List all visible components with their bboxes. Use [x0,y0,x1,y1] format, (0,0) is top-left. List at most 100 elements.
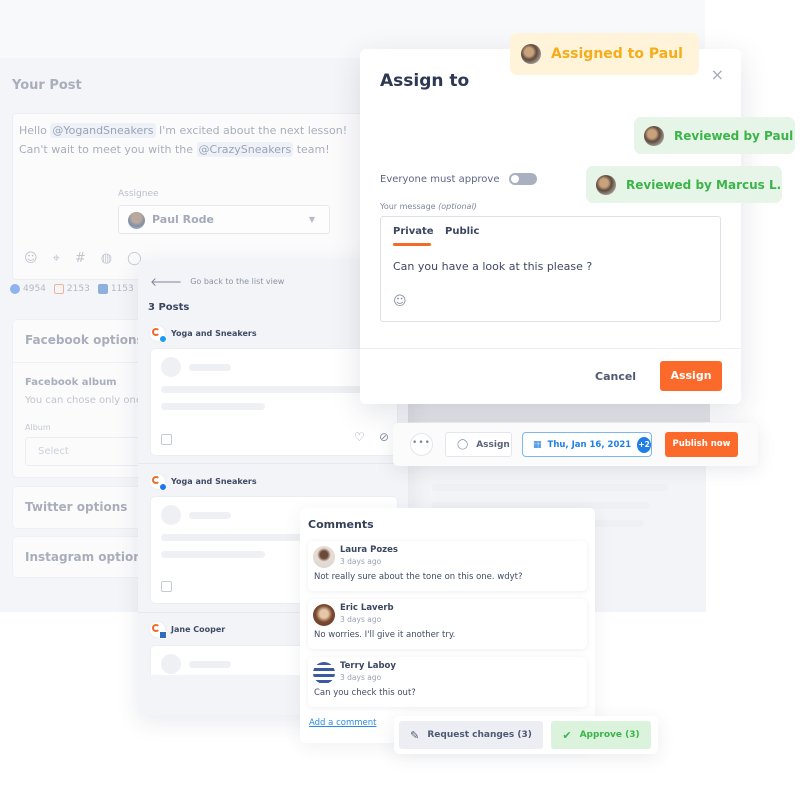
mention-tag[interactable]: @CrazySneakers [196,142,294,157]
post-text: Hello [19,124,51,137]
more-options-button[interactable]: ••• [410,433,433,456]
assign-button[interactable]: Assign [660,361,722,391]
request-changes-button[interactable]: ✎ Request changes (3) [399,721,543,749]
message-input[interactable]: Can you have a look at this please ? [393,260,592,273]
heart-icon[interactable]: ♡ [354,430,365,444]
comment-text: No worries. I'll give it another try. [314,630,456,640]
twitter-options-title: Twitter options [25,500,128,514]
message-box[interactable]: Private Public Can you have a look at th… [380,216,721,322]
account-avatar-icon [150,326,167,343]
emoji-icon[interactable]: ☺ [24,251,38,266]
comment-time: 3 days ago [340,615,382,624]
publish-now-button[interactable]: Publish now [665,432,738,457]
message-label-text: Your message [380,202,439,211]
caret-down-icon: ▼ [308,215,315,224]
avatar [313,546,335,568]
back-link-label: Go back to the list view [190,277,285,286]
arrow-left-icon: 🡐 [150,275,183,289]
post-checkbox[interactable] [161,434,172,445]
comment-author: Laura Pozes [340,545,398,555]
schedule-date-button[interactable]: ▦ Thu, Jan 16, 2021 +2 [522,432,652,457]
globe-icon[interactable]: ◍ [101,251,112,266]
avatar [521,44,541,64]
avatar [596,174,616,195]
post-text: Can't wait to meet you with the [19,143,197,156]
skeleton-avatar [161,357,181,377]
skeleton-bar [161,403,265,410]
post-checkbox[interactable] [161,581,172,592]
schedule-date-label: Thu, Jan 16, 2021 [547,439,632,450]
facebook-icon [10,284,20,294]
badge-label: Reviewed by Marcus L. [626,177,782,192]
account-name: Yoga and Sneakers [171,477,257,486]
album-placeholder: Select [38,446,69,457]
stat-facebook: 4954 [10,284,46,294]
user-icon: ◯ [457,439,469,450]
reviewed-badge: Reviewed by Paul [634,117,795,154]
facebook-album-description: You can chose only one [25,395,142,406]
album-label: Album [25,423,51,432]
assignee-select[interactable]: Paul Rode ▼ [118,205,330,234]
account-name: Jane Cooper [171,625,226,634]
post-text: I'm excited about the next lesson! [155,124,348,137]
comment-author: Terry Laboy [340,661,396,671]
mention-tag[interactable]: @YogandSneakers [50,123,156,138]
cancel-button[interactable]: Cancel [595,370,636,383]
your-post-title: Your Post [12,78,82,93]
assigned-badge: Assigned to Paul [510,33,699,75]
modal-title: Assign to [380,71,470,91]
badge-label: Assigned to Paul [551,46,683,62]
facebook-badge-icon [159,483,167,491]
divider [138,463,408,464]
post-action-bar: ••• ◯ Assign ▦ Thu, Jan 16, 2021 +2 Publ… [393,423,758,466]
calendar-icon: ▦ [533,439,542,450]
facebook-options-title[interactable]: Facebook options [25,333,144,347]
skeleton-bar [189,661,231,668]
stat-count: 4954 [23,284,46,294]
comments-panel: Comments Laura Pozes 3 days ago Not real… [300,508,595,743]
linkedin-badge-icon [159,631,167,639]
post-account-row: Yoga and Sneakers [150,474,257,491]
skeleton-avatar [161,654,181,674]
assign-modal: Assign to × Everyone must approve Your m… [360,49,741,404]
avatar [313,604,335,626]
avatar [313,662,335,684]
background-strip [400,404,710,422]
assign-action-label: Assign [476,439,510,450]
network-stats: 4954 2153 1153 [10,284,134,294]
pencil-icon: ✎ [410,728,420,742]
stat-count: 2153 [66,284,90,294]
everyone-must-approve-toggle[interactable] [508,173,537,185]
skeleton-bar [432,484,668,491]
skeleton-bar [189,364,231,371]
location-pin-icon[interactable]: ⌖ [53,251,60,266]
close-icon[interactable]: × [711,65,724,84]
tab-public[interactable]: Public [445,226,479,237]
comment-text: Can you check this out? [314,688,416,698]
post-account-row: Yoga and Sneakers [150,326,257,343]
stat-count: 1153 [110,284,134,294]
twitter-badge-icon [159,335,167,343]
posts-count: 3 Posts [148,302,190,313]
comment-text: Not really sure about the tone on this o… [314,572,523,582]
request-changes-label: Request changes (3) [427,730,532,740]
account-avatar-icon [150,622,167,639]
post-text: team! [293,143,330,156]
skeleton-bar [161,551,265,558]
optional-label: (optional) [438,202,477,211]
approve-button[interactable]: ✔ Approve (3) [551,721,651,749]
back-to-list-link[interactable]: 🡐 Go back to the list view [150,274,284,289]
emoji-icon[interactable]: ☺ [393,294,407,309]
assign-action-button[interactable]: ◯ Assign [445,432,512,457]
post-text-line-2: Can't wait to meet you with the @CrazySn… [19,142,330,157]
check-circle-icon[interactable]: ⊘ [379,430,389,444]
tab-private[interactable]: Private [393,226,434,237]
comment-time: 3 days ago [340,673,382,682]
comment-item: Laura Pozes 3 days ago Not really sure a… [308,541,587,591]
skeleton-avatar [161,505,181,525]
comment-author: Eric Laverb [340,603,394,613]
add-comment-link[interactable]: Add a comment [309,718,376,728]
avatar [128,212,145,229]
avatar [644,125,664,146]
hashtag-icon[interactable]: # [75,251,86,266]
